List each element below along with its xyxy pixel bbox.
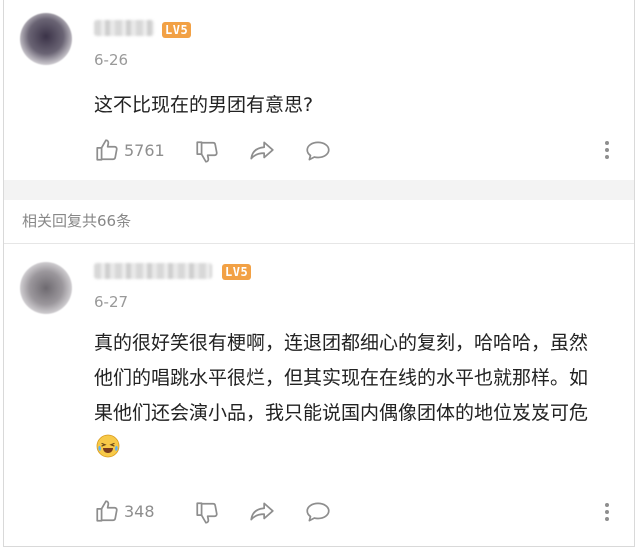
like-count: 5761 — [124, 140, 165, 160]
summary-divider — [4, 243, 634, 244]
laughing-tears-emoji — [96, 434, 120, 458]
share-button[interactable] — [248, 499, 276, 525]
level-badge: LV5 — [162, 22, 192, 38]
share-button[interactable] — [248, 138, 276, 164]
comment-text: 这不比现在的男团有意思? — [94, 94, 314, 116]
thumbs-down-icon — [196, 502, 218, 524]
section-divider — [4, 180, 634, 200]
level-badge: LV5 — [222, 264, 252, 280]
comment-thread: LV5 6-26 这不比现在的男团有意思? 5761 相关回复共66条 LV5 … — [3, 0, 635, 547]
replies-summary[interactable]: 相关回复共66条 — [4, 200, 634, 242]
like-button[interactable]: 5761 — [94, 137, 165, 163]
comment-date: 6-26 — [94, 51, 129, 69]
share-icon — [250, 141, 274, 160]
dislike-button[interactable] — [194, 139, 220, 165]
comment-icon — [306, 502, 330, 522]
comment-icon — [306, 141, 330, 161]
username-blurred[interactable] — [94, 263, 212, 279]
avatar[interactable] — [20, 262, 72, 314]
username-blurred[interactable] — [94, 20, 154, 36]
reply-button[interactable] — [304, 138, 332, 164]
thumbs-down-icon — [196, 141, 218, 163]
like-count: 348 — [124, 501, 155, 521]
dislike-button[interactable] — [194, 500, 220, 526]
more-vertical-icon — [605, 503, 609, 521]
reply-date: 6-27 — [94, 293, 129, 311]
reply-button[interactable] — [304, 499, 332, 525]
thumbs-up-icon — [96, 500, 118, 522]
share-icon — [250, 502, 274, 521]
more-button[interactable] — [602, 139, 612, 161]
reply-text-block: 真的很好笑很有梗啊，连退团都细心的复刻，哈哈哈，虽然他们的唱跳水平很烂，但其实现… — [94, 326, 599, 466]
reply-text: 真的很好笑很有梗啊，连退团都细心的复刻，哈哈哈，虽然他们的唱跳水平很烂，但其实现… — [94, 332, 589, 424]
more-vertical-icon — [605, 141, 609, 159]
more-button[interactable] — [602, 501, 612, 523]
like-button[interactable]: 348 — [94, 498, 155, 524]
thumbs-up-icon — [96, 139, 118, 161]
avatar[interactable] — [20, 13, 72, 65]
